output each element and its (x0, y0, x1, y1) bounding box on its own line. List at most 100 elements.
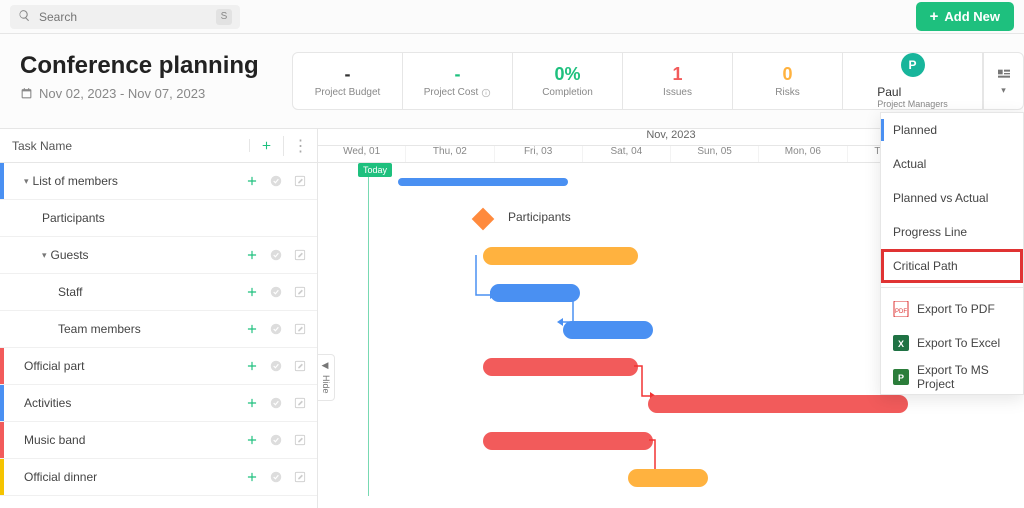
menu-item-critical-path[interactable]: Critical Path (881, 249, 1023, 283)
task-row[interactable]: Music band (0, 422, 317, 459)
task-complete-button[interactable] (267, 357, 285, 375)
task-edit-button[interactable] (291, 172, 309, 190)
timeline-day: Sun, 05 (671, 146, 759, 162)
stat-cost-value: - (455, 64, 461, 85)
task-add-button[interactable] (243, 431, 261, 449)
task-add-button[interactable] (243, 283, 261, 301)
task-complete-button[interactable] (267, 394, 285, 412)
date-range-text: Nov 02, 2023 - Nov 07, 2023 (39, 86, 205, 101)
search-input[interactable] (37, 9, 210, 25)
menu-item-export-to-excel[interactable]: XExport To Excel (881, 326, 1023, 360)
layout-icon (996, 67, 1012, 83)
task-add-button[interactable] (243, 320, 261, 338)
task-row[interactable]: ▾Guests (0, 237, 317, 274)
add-new-button[interactable]: + Add New (916, 2, 1014, 31)
gantt-bar[interactable] (483, 432, 653, 450)
stat-issues[interactable]: 1 Issues (623, 53, 733, 109)
task-edit-button[interactable] (291, 394, 309, 412)
stat-risks[interactable]: 0 Risks (733, 53, 843, 109)
task-row[interactable]: Team members (0, 311, 317, 348)
gantt-bar[interactable] (628, 469, 708, 487)
menu-item-actual[interactable]: Actual (881, 147, 1023, 181)
task-label: Official dinner (4, 470, 243, 484)
stat-risks-label: Risks (775, 87, 799, 98)
task-complete-button[interactable] (267, 431, 285, 449)
pdf-icon: PDF (893, 301, 909, 317)
add-column-button[interactable] (249, 139, 283, 152)
search-icon (18, 9, 31, 25)
task-label: Participants (4, 211, 309, 225)
project-manager[interactable]: P Paul Project Managers (843, 53, 983, 109)
task-complete-button[interactable] (267, 172, 285, 190)
gantt-bar[interactable] (490, 284, 580, 302)
task-complete-button[interactable] (267, 283, 285, 301)
task-label: Staff (4, 285, 243, 299)
stat-cost[interactable]: - Project Cost (403, 53, 513, 109)
task-row[interactable]: Participants (0, 200, 317, 237)
task-edit-button[interactable] (291, 468, 309, 486)
task-label: ▾List of members (4, 174, 243, 188)
timeline-day: Sat, 04 (583, 146, 671, 162)
task-edit-button[interactable] (291, 320, 309, 338)
today-line (368, 163, 369, 496)
gantt-bar[interactable] (648, 395, 908, 413)
task-list: Task Name ⋮ ▾List of members Participants… (0, 129, 318, 508)
task-header: Task Name (0, 139, 249, 153)
search-field[interactable]: S (10, 5, 240, 29)
timeline-day: Mon, 06 (759, 146, 847, 162)
task-add-button[interactable] (243, 394, 261, 412)
svg-text:P: P (898, 373, 904, 383)
chevron-down-icon[interactable]: ▾ (24, 176, 29, 187)
caret-down-icon: ▾ (1001, 85, 1006, 96)
milestone-icon[interactable] (472, 208, 495, 231)
gantt-bar[interactable] (483, 247, 638, 265)
stat-completion-label: Completion (542, 87, 593, 98)
gantt-bar[interactable] (398, 178, 568, 186)
stat-issues-value: 1 (672, 64, 682, 85)
task-row[interactable]: Official part (0, 348, 317, 385)
task-add-button[interactable] (243, 246, 261, 264)
view-options-button[interactable]: ▾ (983, 53, 1023, 109)
timeline-day: Wed, 01 (318, 146, 406, 162)
stat-completion[interactable]: 0% Completion (513, 53, 623, 109)
stats-panel: - Project Budget - Project Cost 0% Compl… (292, 52, 1024, 110)
msp-icon: P (893, 369, 909, 385)
task-row[interactable]: ▾List of members (0, 163, 317, 200)
task-label: Official part (4, 359, 243, 373)
task-edit-button[interactable] (291, 431, 309, 449)
stat-budget[interactable]: - Project Budget (293, 53, 403, 109)
task-add-button[interactable] (243, 172, 261, 190)
menu-item-planned[interactable]: Planned (881, 113, 1023, 147)
stat-risks-value: 0 (782, 64, 792, 85)
pm-role: Project Managers (877, 99, 948, 109)
task-row[interactable]: Official dinner (0, 459, 317, 496)
chevron-down-icon[interactable]: ▾ (42, 250, 47, 261)
task-edit-button[interactable] (291, 246, 309, 264)
search-shortcut-badge: S (216, 9, 232, 25)
task-label: ▾Guests (4, 248, 243, 262)
milestone-label: Participants (508, 210, 571, 224)
task-complete-button[interactable] (267, 320, 285, 338)
task-complete-button[interactable] (267, 468, 285, 486)
menu-item-progress-line[interactable]: Progress Line (881, 215, 1023, 249)
gantt-bar[interactable] (563, 321, 653, 339)
avatar: P (901, 53, 925, 77)
task-label: Music band (4, 433, 243, 447)
task-edit-button[interactable] (291, 357, 309, 375)
page-title: Conference planning (20, 52, 259, 80)
task-add-button[interactable] (243, 468, 261, 486)
pm-name: Paul (877, 85, 948, 99)
stat-issues-label: Issues (663, 87, 692, 98)
task-row[interactable]: Activities (0, 385, 317, 422)
stat-cost-label: Project Cost (424, 87, 491, 98)
task-complete-button[interactable] (267, 246, 285, 264)
gantt-bar[interactable] (483, 358, 638, 376)
menu-item-planned-vs-actual[interactable]: Planned vs Actual (881, 181, 1023, 215)
hide-panel-toggle[interactable]: ◀ Hide (318, 354, 335, 401)
task-edit-button[interactable] (291, 283, 309, 301)
menu-item-export-to-pdf[interactable]: PDFExport To PDF (881, 292, 1023, 326)
menu-item-export-to-ms-project[interactable]: PExport To MS Project (881, 360, 1023, 394)
task-row[interactable]: Staff (0, 274, 317, 311)
task-list-more-button[interactable]: ⋮ (283, 136, 317, 156)
task-add-button[interactable] (243, 357, 261, 375)
